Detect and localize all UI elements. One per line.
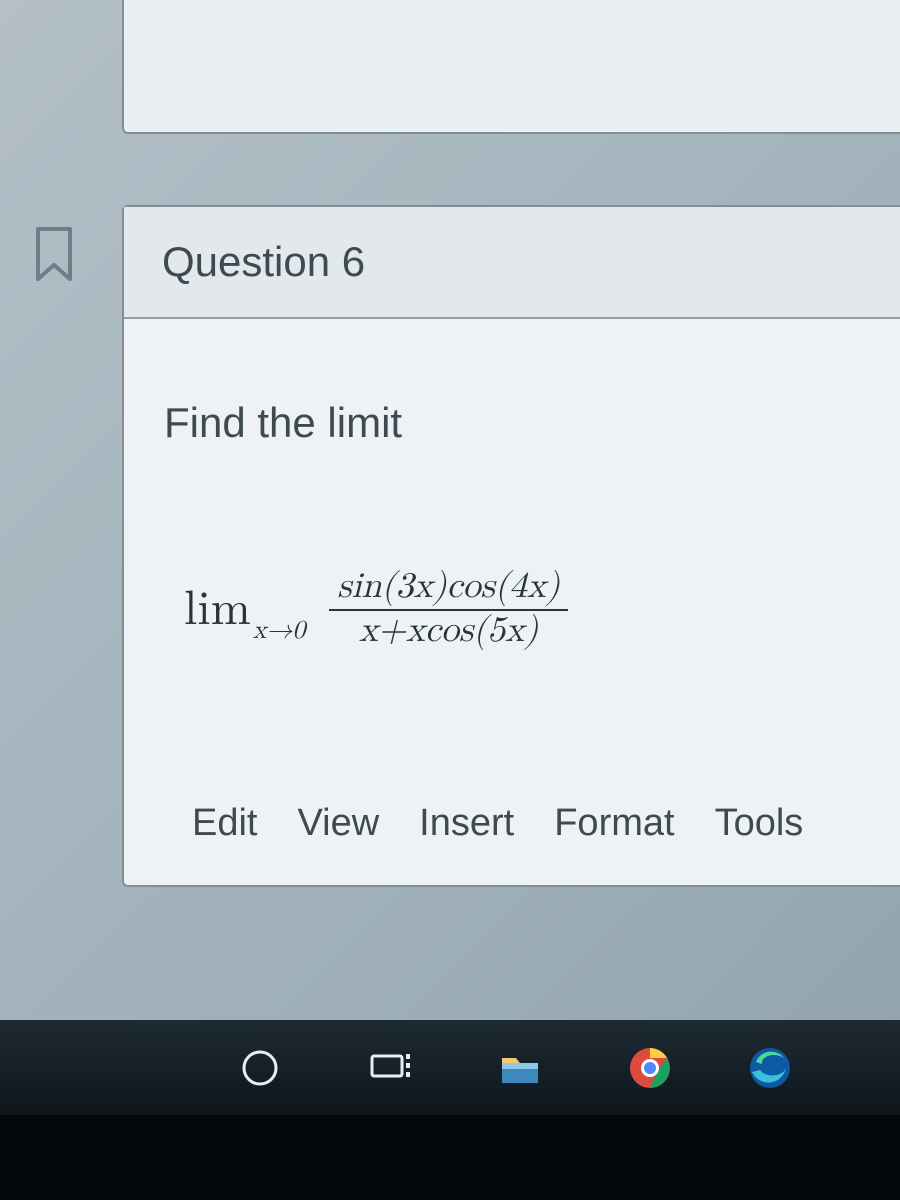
fraction-denominator: x+xcos(5x) — [351, 611, 546, 653]
editor-menubar: Edit View Insert Format Tools — [192, 802, 900, 845]
question-body: Find the limit lim x→0 sin(3x)cos(4x) x+… — [124, 319, 900, 885]
flag-question-icon[interactable] — [30, 225, 78, 285]
menu-format[interactable]: Format — [554, 802, 674, 845]
file-explorer-icon[interactable] — [485, 1033, 555, 1103]
windows-taskbar — [0, 1020, 900, 1115]
edge-icon[interactable] — [735, 1033, 805, 1103]
fraction-numerator: sin(3x)cos(4x) — [329, 567, 567, 609]
menu-edit[interactable]: Edit — [192, 802, 257, 845]
laptop-bezel — [0, 1115, 900, 1200]
lim-label: lim — [184, 581, 251, 639]
limit-expression: lim x→0 sin(3x)cos(4x) x+xcos(5x) — [184, 567, 900, 652]
lim-subscript: x→0 — [253, 616, 306, 647]
question-prompt: Find the limit — [164, 399, 900, 447]
chrome-icon[interactable] — [615, 1033, 685, 1103]
menu-view[interactable]: View — [297, 802, 379, 845]
question-title: Question 6 — [162, 238, 365, 286]
menu-insert[interactable]: Insert — [419, 802, 514, 845]
cortana-icon[interactable] — [225, 1033, 295, 1103]
fraction: sin(3x)cos(4x) x+xcos(5x) — [329, 567, 567, 652]
menu-tools[interactable]: Tools — [715, 802, 804, 845]
task-view-icon[interactable] — [355, 1033, 425, 1103]
previous-question-panel — [122, 0, 900, 134]
question-panel: Question 6 Find the limit lim x→0 sin(3x… — [122, 205, 900, 887]
question-header: Question 6 — [124, 207, 900, 319]
